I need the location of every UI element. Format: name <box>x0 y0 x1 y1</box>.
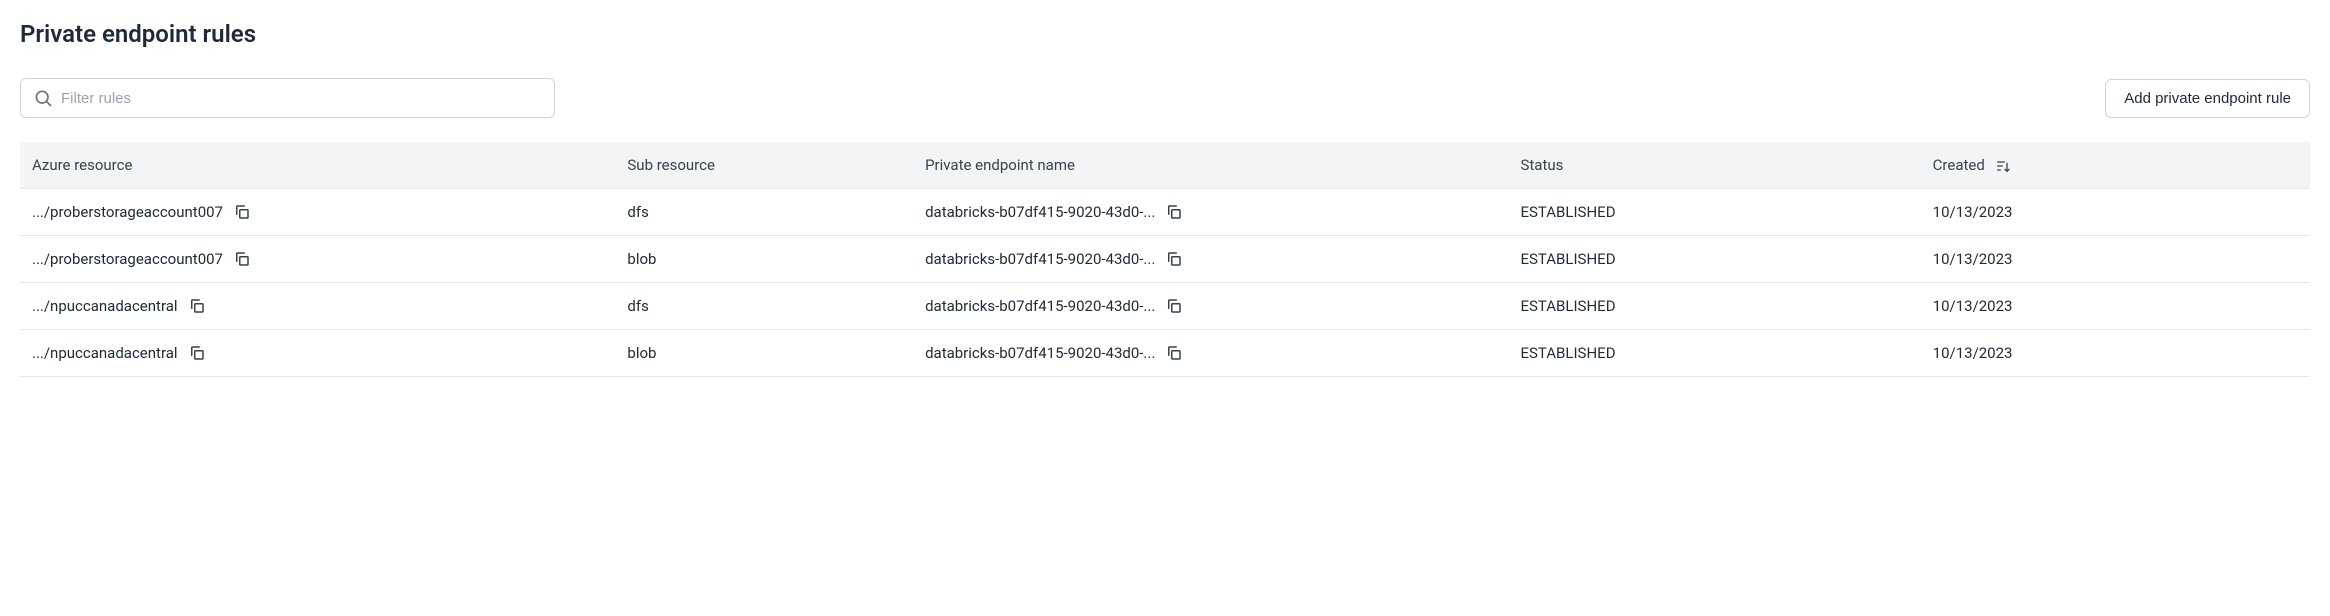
page-title: Private endpoint rules <box>20 20 2310 48</box>
sort-desc-icon <box>1995 158 2011 174</box>
table-header-row: Azure resource Sub resource Private endp… <box>20 142 2310 189</box>
table-row: .../npuccanadacentral blob databricks-b07d… <box>20 330 2310 377</box>
copy-icon[interactable] <box>1163 342 1185 364</box>
sub-resource-text: blob <box>615 236 913 283</box>
copy-icon[interactable] <box>231 201 253 223</box>
column-sub-resource[interactable]: Sub resource <box>615 142 913 189</box>
search-icon <box>33 88 53 108</box>
copy-icon[interactable] <box>186 342 208 364</box>
azure-resource-text: .../npuccanadacentral <box>32 297 178 315</box>
status-text: ESTABLISHED <box>1508 283 1920 330</box>
column-created-label: Created <box>1933 156 1985 174</box>
endpoint-name-text: databricks-b07df415-9020-43d0-... <box>925 297 1155 315</box>
status-text: ESTABLISHED <box>1508 189 1920 236</box>
table-row: .../npuccanadacentral dfs databricks-b07df… <box>20 283 2310 330</box>
copy-icon[interactable] <box>1163 201 1185 223</box>
table-row: .../proberstorageaccount007 blob databrick… <box>20 236 2310 283</box>
endpoint-name-text: databricks-b07df415-9020-43d0-... <box>925 344 1155 362</box>
azure-resource-text: .../proberstorageaccount007 <box>32 203 223 221</box>
column-created[interactable]: Created <box>1921 142 2310 189</box>
controls-bar: Add private endpoint rule <box>20 78 2310 118</box>
rules-table: Azure resource Sub resource Private endp… <box>20 142 2310 377</box>
column-azure-resource[interactable]: Azure resource <box>20 142 615 189</box>
endpoint-name-text: databricks-b07df415-9020-43d0-... <box>925 203 1155 221</box>
column-status[interactable]: Status <box>1508 142 1920 189</box>
endpoint-name-text: databricks-b07df415-9020-43d0-... <box>925 250 1155 268</box>
filter-search-box[interactable] <box>20 78 555 118</box>
sub-resource-text: dfs <box>615 189 913 236</box>
azure-resource-text: .../proberstorageaccount007 <box>32 250 223 268</box>
created-text: 10/13/2023 <box>1921 236 2310 283</box>
azure-resource-text: .../npuccanadacentral <box>32 344 178 362</box>
copy-icon[interactable] <box>186 295 208 317</box>
column-endpoint-name[interactable]: Private endpoint name <box>913 142 1508 189</box>
copy-icon[interactable] <box>1163 248 1185 270</box>
status-text: ESTABLISHED <box>1508 236 1920 283</box>
created-text: 10/13/2023 <box>1921 283 2310 330</box>
created-text: 10/13/2023 <box>1921 330 2310 377</box>
search-input[interactable] <box>61 90 542 107</box>
sub-resource-text: dfs <box>615 283 913 330</box>
sub-resource-text: blob <box>615 330 913 377</box>
copy-icon[interactable] <box>1163 295 1185 317</box>
copy-icon[interactable] <box>231 248 253 270</box>
add-private-endpoint-rule-button[interactable]: Add private endpoint rule <box>2105 79 2310 118</box>
created-text: 10/13/2023 <box>1921 189 2310 236</box>
status-text: ESTABLISHED <box>1508 330 1920 377</box>
table-row: .../proberstorageaccount007 dfs databricks… <box>20 189 2310 236</box>
